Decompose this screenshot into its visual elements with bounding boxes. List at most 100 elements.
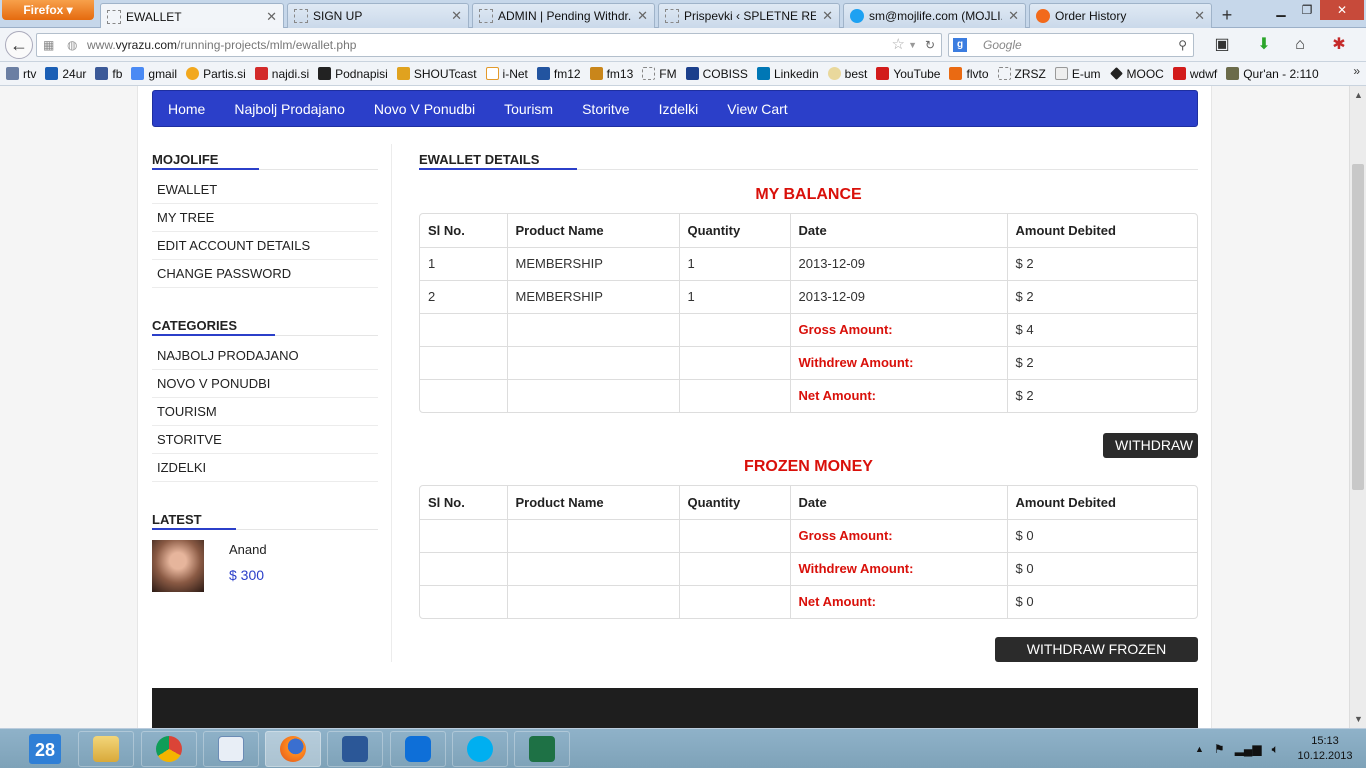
url-bar[interactable]: ▦ ◍ www.vyrazu.com/running-projects/mlm/… <box>36 33 942 57</box>
search-input[interactable]: g Google ⚲ <box>948 33 1194 57</box>
home-icon[interactable]: ⌂ <box>1286 33 1314 57</box>
bookmark-icon <box>685 67 699 80</box>
show-hidden-icons-icon[interactable]: ▲ <box>1195 744 1204 754</box>
bookmark-item[interactable]: MOOC <box>1109 67 1164 81</box>
bookmark-item[interactable]: FM <box>642 67 677 81</box>
chevron-down-icon[interactable]: ▼ <box>908 34 917 56</box>
skype-taskbar-button[interactable] <box>452 731 508 767</box>
sidebar-item-izdelki[interactable]: IZDELKI <box>152 454 378 482</box>
product-thumbnail[interactable] <box>152 540 204 592</box>
word-taskbar-button[interactable] <box>327 731 383 767</box>
excel-taskbar-button[interactable] <box>514 731 570 767</box>
new-tab-button[interactable]: + <box>1214 4 1240 26</box>
withdraw-button[interactable]: WITHDRAW <box>1103 433 1198 458</box>
menu-najbolj-prodajano[interactable]: Najbolj Prodajano <box>234 101 345 117</box>
sidebar-item-novo-v-ponudbi[interactable]: NOVO V PONUDBI <box>152 370 378 398</box>
bookmark-item[interactable]: gmail <box>131 67 177 81</box>
firefox-taskbar-button[interactable] <box>265 731 321 767</box>
volume-icon[interactable]: 🔈︎ <box>1272 742 1279 757</box>
tab-admin[interactable]: ADMIN | Pending Withdr... ✕ <box>472 3 655 28</box>
menu-view-cart[interactable]: View Cart <box>727 101 787 117</box>
back-button[interactable]: ← <box>5 31 33 59</box>
reload-icon[interactable]: ↻ <box>925 34 935 56</box>
chrome-taskbar-button[interactable] <box>141 731 197 767</box>
bookmark-item[interactable]: najdi.si <box>254 67 309 81</box>
bookmark-item[interactable]: 24ur <box>45 67 86 81</box>
bookmarks-menu-icon[interactable]: ▣ <box>1208 33 1236 57</box>
account-menu: EWALLET MY TREE EDIT ACCOUNT DETAILS CHA… <box>152 176 378 288</box>
tab-order-history[interactable]: Order History ✕ <box>1029 3 1212 28</box>
sidebar-item-ewallet[interactable]: EWALLET <box>152 176 378 204</box>
scroll-down-icon[interactable]: ▼ <box>1350 714 1366 724</box>
tab-ewallet[interactable]: EWALLET ✕ <box>100 3 284 29</box>
restore-button[interactable]: ❐ <box>1294 0 1320 20</box>
sidebar-item-my-tree[interactable]: MY TREE <box>152 204 378 232</box>
bookmark-item[interactable]: E-um <box>1054 67 1101 81</box>
action-center-icon[interactable]: ⚑ <box>1214 742 1225 756</box>
scroll-up-icon[interactable]: ▲ <box>1350 90 1366 100</box>
bookmark-item[interactable]: Linkedin <box>756 67 819 81</box>
bookmark-item[interactable]: fb <box>95 67 122 81</box>
product-name[interactable]: Anand <box>229 542 267 557</box>
bookmark-item[interactable]: wdwf <box>1172 67 1217 81</box>
menu-storitve[interactable]: Storitve <box>582 101 629 117</box>
withdraw-frozen-money-button[interactable]: WITHDRAW FROZEN MONEY <box>995 637 1198 682</box>
scrollbar-thumb[interactable] <box>1352 164 1364 490</box>
tab-prispevki[interactable]: Prispevki ‹ SPLETNE REŠI...✕ <box>658 3 840 28</box>
bookmark-item[interactable]: fm12 <box>536 67 581 81</box>
bookmark-item[interactable]: flvto <box>949 67 989 81</box>
bookmark-item[interactable]: SHOUTcast <box>396 67 477 81</box>
tab-mojlife-mail[interactable]: sm@mojlife.com (MOJLI... ✕ <box>843 3 1026 28</box>
minimize-button[interactable]: ▁ <box>1268 0 1294 20</box>
teamviewer-taskbar-button[interactable] <box>390 731 446 767</box>
menu-home[interactable]: Home <box>168 101 205 117</box>
bookmark-icon <box>536 67 550 80</box>
bookmark-star-icon[interactable]: ☆ <box>892 34 905 56</box>
main-menu: Home Najbolj Prodajano Novo V Ponudbi To… <box>152 90 1198 127</box>
close-icon[interactable]: ✕ <box>266 9 277 25</box>
menu-novo-v-ponudbi[interactable]: Novo V Ponudbi <box>374 101 475 117</box>
sidebar-item-tourism[interactable]: TOURISM <box>152 398 378 426</box>
close-window-button[interactable]: ✕ <box>1320 0 1364 20</box>
close-icon[interactable]: ✕ <box>1194 8 1205 24</box>
bookmark-item[interactable]: COBISS <box>685 67 748 81</box>
latest-product[interactable]: Anand $ 300 <box>152 540 378 592</box>
bookmark-item[interactable]: Partis.si <box>186 67 246 81</box>
menu-izdelki[interactable]: Izdelki <box>659 101 699 117</box>
bookmark-item[interactable]: Podnapisi <box>318 67 388 81</box>
sidebar-item-najbolj-prodajano[interactable]: NAJBOLJ PRODAJANO <box>152 342 378 370</box>
notepad-taskbar-button[interactable] <box>203 731 259 767</box>
network-signal-icon[interactable]: ▂▄▆ <box>1235 742 1262 756</box>
close-icon[interactable]: ✕ <box>1008 8 1019 24</box>
download-icon[interactable]: ⬇ <box>1251 33 1277 57</box>
bookmark-item[interactable]: best <box>827 67 867 81</box>
menu-tourism[interactable]: Tourism <box>504 101 553 117</box>
sidebar-item-change-password[interactable]: CHANGE PASSWORD <box>152 260 378 288</box>
bookmark-item[interactable]: ZRSZ <box>997 67 1046 81</box>
sidebar-heading-categories: CATEGORIES <box>152 318 378 336</box>
page-icon <box>479 9 493 23</box>
table-header-row: Sl No. Product Name Quantity Date Amount… <box>420 214 1197 248</box>
bookmark-item[interactable]: rtv <box>6 67 36 81</box>
close-icon[interactable]: ✕ <box>637 8 648 24</box>
bookmark-item[interactable]: Qur'an - 2:110 <box>1226 67 1319 81</box>
twitter-icon <box>850 9 864 23</box>
calendar-gadget[interactable]: 28 <box>18 731 72 767</box>
addon-icon[interactable]: ✱ <box>1324 33 1354 57</box>
close-icon[interactable]: ✕ <box>822 8 833 24</box>
page-icon <box>997 67 1011 80</box>
chevron-right-icon[interactable]: » <box>1353 64 1360 78</box>
search-icon[interactable]: ⚲ <box>1178 34 1187 56</box>
bookmark-item[interactable]: fm13 <box>589 67 633 81</box>
sidebar-item-edit-account[interactable]: EDIT ACCOUNT DETAILS <box>152 232 378 260</box>
windows-taskbar: 28 ▲ ⚑ ▂▄▆ 🔈︎ 15:13 10.12.2013 <box>0 728 1366 768</box>
system-clock[interactable]: 15:13 10.12.2013 <box>1290 734 1360 764</box>
bookmark-item[interactable]: YouTube <box>876 67 940 81</box>
sidebar-item-storitve[interactable]: STORITVE <box>152 426 378 454</box>
close-icon[interactable]: ✕ <box>451 8 462 24</box>
page-scrollbar[interactable]: ▲ ▼ <box>1349 86 1366 728</box>
firefox-menu-button[interactable]: Firefox ▾ <box>2 0 94 20</box>
bookmark-item[interactable]: i-Net <box>485 67 528 81</box>
tab-sign-up[interactable]: SIGN UP ✕ <box>287 3 469 28</box>
explorer-taskbar-button[interactable] <box>78 731 134 767</box>
